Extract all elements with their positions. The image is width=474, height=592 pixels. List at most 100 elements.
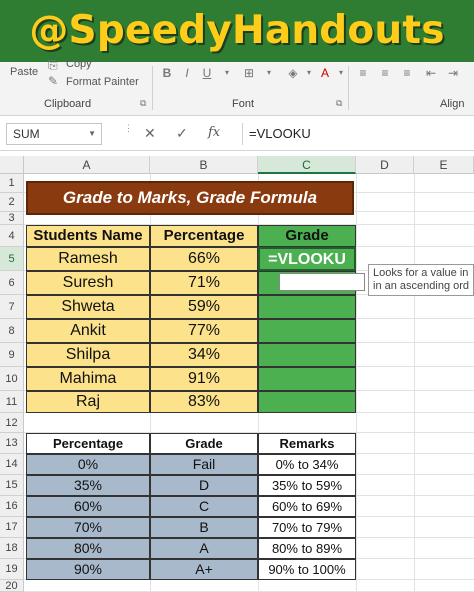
row-header-17[interactable]: 17 [0,517,24,538]
threshold-grade-cell[interactable]: A [150,538,258,559]
borders-icon[interactable]: ⊞ [242,66,256,80]
percentage-cell[interactable]: 91% [150,367,258,391]
row-header-11[interactable]: 11 [0,391,24,413]
student-name-cell[interactable]: Ankit [26,319,150,343]
grade-cell[interactable] [258,343,356,367]
copy-button[interactable]: Copy [66,58,92,70]
remarks-cell[interactable]: 90% to 100% [258,559,356,580]
column-header-d[interactable]: D [356,156,414,174]
row-header-10[interactable]: 10 [0,367,24,391]
dropdown-icon[interactable]: ▾ [220,66,234,80]
row-header-2[interactable]: 2 [0,193,24,212]
row-header-15[interactable]: 15 [0,475,24,496]
row-header-13[interactable]: 13 [0,433,24,454]
align-center-icon[interactable]: ≡ [378,66,392,80]
active-cell[interactable]: =VLOOKU [258,247,356,271]
table2-header-percentage[interactable]: Percentage [26,433,150,454]
format-painter-button[interactable]: Format Painter [66,76,139,88]
dropdown-icon[interactable]: ▾ [334,66,348,80]
row-header-7[interactable]: 7 [0,295,24,319]
remarks-cell[interactable]: 80% to 89% [258,538,356,559]
dropdown-icon[interactable]: ▾ [262,66,276,80]
table2-header-grade[interactable]: Grade [150,433,258,454]
formula-input[interactable]: =VLOOKU [242,123,474,145]
grade-cell[interactable] [258,367,356,391]
decrease-indent-icon[interactable]: ⇤ [424,66,438,80]
row-header-19[interactable]: 19 [0,559,24,580]
student-name-cell[interactable]: Ramesh [26,247,150,271]
percentage-cell[interactable]: 66% [150,247,258,271]
select-all-corner[interactable] [0,156,24,174]
column-header-e[interactable]: E [414,156,474,174]
row-header-12[interactable]: 12 [0,413,24,433]
function-tooltip: Looks for a value in in an ascending ord [368,264,474,296]
row-header-8[interactable]: 8 [0,319,24,343]
format-painter-icon: ✎ [48,74,59,88]
student-name-cell[interactable]: Suresh [26,271,150,295]
grade-cell[interactable] [258,319,356,343]
student-name-cell[interactable]: Raj [26,391,150,413]
threshold-percentage-cell[interactable]: 0% [26,454,150,475]
percentage-cell[interactable]: 83% [150,391,258,413]
chevron-down-icon[interactable]: ▼ [88,129,96,138]
font-launcher-icon[interactable]: ⧉ [336,98,342,109]
name-box-value: SUM [13,127,40,141]
threshold-grade-cell[interactable]: C [150,496,258,517]
bold-button[interactable]: B [160,66,174,80]
align-right-icon[interactable]: ≡ [400,66,414,80]
remarks-cell[interactable]: 60% to 69% [258,496,356,517]
remarks-cell[interactable]: 0% to 34% [258,454,356,475]
table1-header-name[interactable]: Students Name [26,225,150,247]
font-color-icon[interactable]: A [318,66,332,80]
row-header-9[interactable]: 9 [0,343,24,367]
autocomplete-box[interactable] [279,273,365,291]
row-header-16[interactable]: 16 [0,496,24,517]
threshold-grade-cell[interactable]: B [150,517,258,538]
clipboard-launcher-icon[interactable]: ⧉ [140,98,146,109]
fill-color-icon[interactable]: ◈ [286,66,300,80]
row-header-3[interactable]: 3 [0,212,24,225]
row-header-1[interactable]: 1 [0,174,24,193]
cancel-button[interactable]: ✕ [144,125,156,142]
student-name-cell[interactable]: Shweta [26,295,150,319]
enter-button[interactable]: ✓ [176,125,188,142]
row-header-20[interactable]: 20 [0,580,24,592]
grade-cell[interactable] [258,295,356,319]
column-header-a[interactable]: A [24,156,150,174]
name-box[interactable]: SUM ▼ [6,123,102,145]
threshold-percentage-cell[interactable]: 70% [26,517,150,538]
table2-header-remarks[interactable]: Remarks [258,433,356,454]
row-header-14[interactable]: 14 [0,454,24,475]
percentage-cell[interactable]: 34% [150,343,258,367]
table1-header-grade[interactable]: Grade [258,225,356,247]
threshold-percentage-cell[interactable]: 60% [26,496,150,517]
column-header-c[interactable]: C [258,156,356,174]
percentage-cell[interactable]: 77% [150,319,258,343]
grade-cell[interactable] [258,391,356,413]
row-header-5[interactable]: 5 [0,247,24,271]
threshold-grade-cell[interactable]: Fail [150,454,258,475]
threshold-grade-cell[interactable]: D [150,475,258,496]
row-header-4[interactable]: 4 [0,225,24,247]
remarks-cell[interactable]: 35% to 59% [258,475,356,496]
threshold-percentage-cell[interactable]: 80% [26,538,150,559]
underline-button[interactable]: U [200,66,214,80]
remarks-cell[interactable]: 70% to 79% [258,517,356,538]
insert-function-button[interactable]: fx [208,125,220,140]
italic-button[interactable]: I [180,66,194,80]
student-name-cell[interactable]: Mahima [26,367,150,391]
paste-button[interactable]: Paste [10,66,38,78]
threshold-percentage-cell[interactable]: 35% [26,475,150,496]
column-header-b[interactable]: B [150,156,258,174]
percentage-cell[interactable]: 71% [150,271,258,295]
increase-indent-icon[interactable]: ⇥ [446,66,460,80]
dropdown-icon[interactable]: ▾ [302,66,316,80]
threshold-grade-cell[interactable]: A+ [150,559,258,580]
table1-header-percentage[interactable]: Percentage [150,225,258,247]
row-header-18[interactable]: 18 [0,538,24,559]
threshold-percentage-cell[interactable]: 90% [26,559,150,580]
student-name-cell[interactable]: Shilpa [26,343,150,367]
row-header-6[interactable]: 6 [0,271,24,295]
percentage-cell[interactable]: 59% [150,295,258,319]
align-left-icon[interactable]: ≡ [356,66,370,80]
